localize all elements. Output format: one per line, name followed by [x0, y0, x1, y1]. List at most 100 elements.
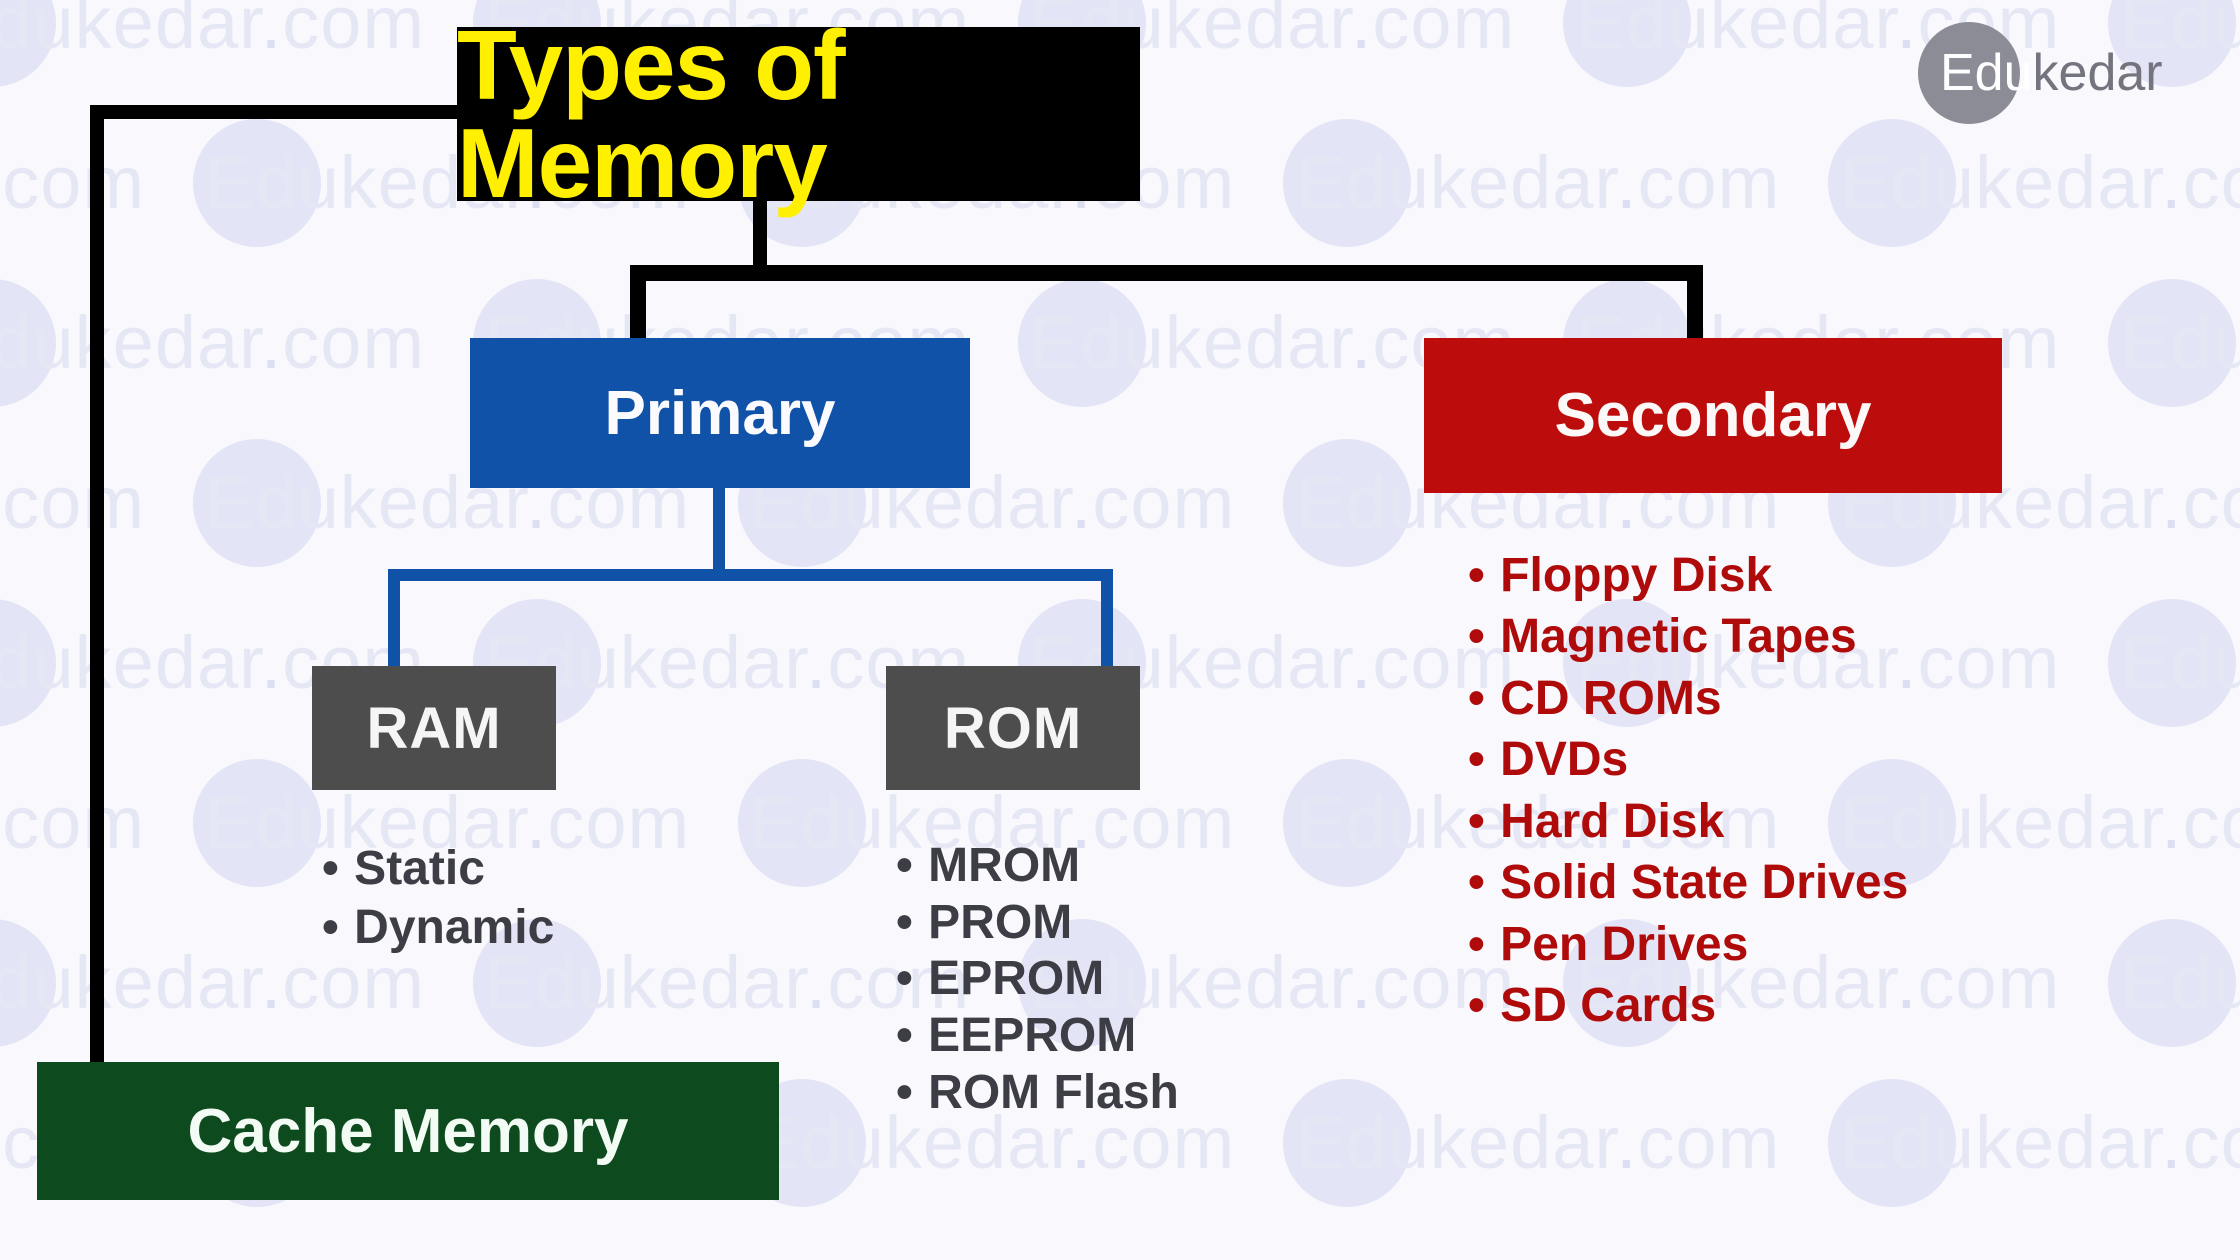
watermark-mark: Edukedar.com	[1828, 118, 2240, 247]
watermark-text: Edukedar.com	[0, 0, 426, 64]
watermark-circle-icon	[2108, 598, 2237, 727]
ram-box: RAM	[312, 666, 556, 790]
rom-label: ROM	[943, 695, 1083, 761]
watermark-circle-icon	[193, 118, 322, 247]
bullet-icon: •	[1468, 856, 1485, 910]
list-item: • EPROM	[896, 951, 1179, 1008]
list-item: • Solid State Drives	[1468, 852, 1908, 913]
watermark-circle-icon	[2108, 278, 2237, 407]
list-item: • Static	[322, 840, 554, 899]
list-item-label: EEPROM	[928, 1008, 1137, 1062]
list-item-label: PROM	[928, 895, 1073, 949]
edukedar-logo: Edukedar	[1918, 22, 2163, 124]
connector-drop-rom	[1101, 569, 1113, 669]
watermark-text: Edukedar.com	[2120, 621, 2240, 704]
list-item: • Hard Disk	[1468, 791, 1908, 852]
list-item: • Pen Drives	[1468, 914, 1908, 975]
watermark-circle-icon	[1283, 758, 1412, 887]
bullet-icon: •	[896, 1008, 913, 1062]
list-item-label: Floppy Disk	[1500, 549, 1773, 602]
watermark-mark: Edukedar.com	[1828, 1078, 2240, 1207]
watermark-circle-icon	[193, 758, 322, 887]
watermark-circle-icon	[0, 598, 56, 727]
watermark-text: Edukedar.com	[0, 461, 146, 544]
watermark-text: Edukedar.com	[0, 141, 146, 224]
primary-memory-box: Primary	[470, 338, 970, 488]
bullet-icon: •	[896, 839, 913, 892]
list-item: • Floppy Disk	[1468, 545, 1908, 606]
connector-primary-stem	[713, 488, 725, 576]
watermark-text: Edukedar.com	[2120, 301, 2240, 384]
bullet-icon: •	[896, 1065, 913, 1119]
list-item: • DVDs	[1468, 729, 1908, 790]
list-item: • Magnetic Tapes	[1468, 606, 1908, 667]
secondary-memory-box: Secondary	[1424, 338, 2002, 493]
logo-text: Edukedar	[1940, 43, 2163, 103]
watermark-circle-icon	[738, 758, 867, 887]
watermark-mark: Edukedar.com	[0, 0, 426, 87]
watermark-circle-icon	[0, 918, 56, 1047]
watermark-circle-icon	[2108, 918, 2237, 1047]
secondary-items-list: • Floppy Disk • Magnetic Tapes • CD ROMs • DVDs…	[1468, 545, 1908, 1037]
watermark-text: Edukedar.com	[2120, 941, 2240, 1024]
watermark-circle-icon	[1828, 1078, 1957, 1207]
list-item-label: Magnetic Tapes	[1500, 610, 1857, 664]
list-item: • ROM Flash	[896, 1065, 1179, 1122]
watermark-text: Edukedar.com	[0, 301, 426, 384]
cache-memory-label: Cache Memory	[187, 1096, 629, 1166]
connector-cache-horizontal	[90, 105, 460, 119]
watermark-mark: Edukedar.com	[0, 460, 145, 545]
rom-box: ROM	[886, 666, 1140, 790]
connector-drop-ram	[388, 569, 400, 669]
bullet-icon: •	[1468, 671, 1485, 725]
watermark-mark: Edukedar.com	[0, 278, 426, 407]
connector-drop-primary	[630, 265, 646, 340]
list-item-label: Hard Disk	[1500, 794, 1725, 848]
watermark-mark: Edukedar.com	[2108, 598, 2240, 727]
list-item: • SD Cards	[1468, 975, 1908, 1036]
watermark-text: Edukedar.com	[1295, 141, 1781, 224]
ram-label: RAM	[366, 695, 502, 761]
watermark-circle-icon	[0, 278, 56, 407]
list-item: • CD ROMs	[1468, 668, 1908, 729]
bullet-icon: •	[322, 842, 339, 895]
list-item-label: SD Cards	[1500, 979, 1717, 1033]
logo-text-edu: Edu	[1940, 44, 2033, 102]
watermark-circle-icon	[1283, 438, 1412, 567]
watermark-mark: Edukedar.com	[2108, 278, 2240, 407]
watermark-mark: Edukedar.com	[1283, 118, 1781, 247]
watermark-circle-icon	[1563, 0, 1692, 87]
watermark-circle-icon	[1283, 1078, 1412, 1207]
list-item-label: Solid State Drives	[1500, 856, 1909, 910]
list-item-label: Static	[354, 842, 485, 895]
page-title: Types of Memory	[457, 10, 846, 218]
watermark-circle-icon	[193, 438, 322, 567]
watermark-circle-icon	[1018, 278, 1147, 407]
watermark-mark: Edukedar.com	[2108, 918, 2240, 1047]
bullet-icon: •	[1468, 733, 1485, 787]
watermark-text: Edukedar.com	[1840, 1101, 2240, 1184]
list-item-label: Dynamic	[354, 900, 555, 954]
secondary-label: Secondary	[1554, 381, 1872, 450]
connector-cache-vertical	[90, 105, 104, 1063]
bullet-icon: •	[896, 952, 913, 1006]
watermark-text: Edukedar.com	[0, 781, 146, 864]
bullet-icon: •	[896, 895, 913, 949]
watermark-circle-icon	[1828, 118, 1957, 247]
bullet-icon: •	[1468, 917, 1485, 971]
watermark-text: Edukedar.com	[1840, 141, 2240, 224]
list-item: • PROM	[896, 895, 1179, 952]
title-box: Types of Memory	[457, 16, 1140, 212]
logo-text-kedar: kedar	[2032, 44, 2163, 102]
watermark-mark: Edukedar.com	[0, 780, 145, 865]
primary-label: Primary	[604, 378, 836, 448]
rom-items-list: • MROM • PROM • EPROM • EEPROM • ROM Flash	[896, 838, 1179, 1121]
connector-primary-crossbar	[388, 569, 1113, 581]
watermark-circle-icon	[1283, 118, 1412, 247]
memory-types-diagram: Edukedar.com Edukedar.com Edukedar.com Eduk…	[0, 0, 2240, 1260]
bullet-icon: •	[1468, 979, 1485, 1033]
watermark-text: Edukedar.com	[1295, 1101, 1781, 1184]
list-item: • Dynamic	[322, 899, 554, 958]
list-item-label: DVDs	[1500, 733, 1629, 787]
list-item-label: MROM	[928, 839, 1081, 892]
